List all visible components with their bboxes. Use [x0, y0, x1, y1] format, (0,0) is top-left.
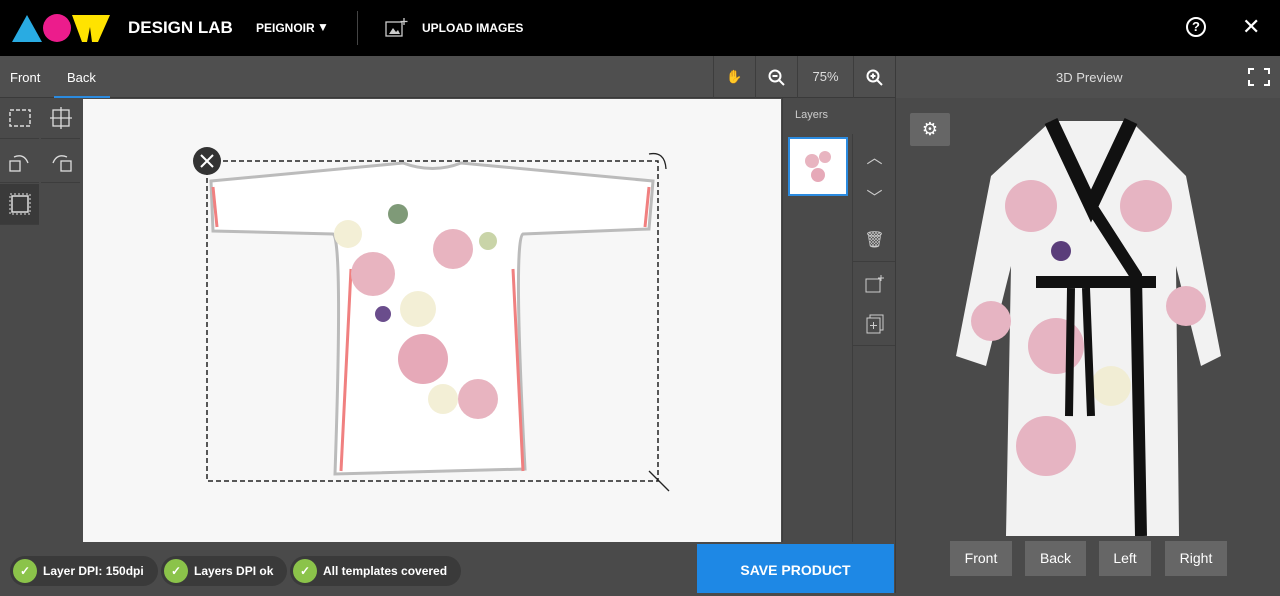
rotate-left-icon: [8, 155, 29, 172]
garment-template: [193, 147, 670, 492]
zoom-level: 75%: [797, 56, 853, 98]
upload-image-icon[interactable]: [385, 17, 409, 39]
layers-title: Layers: [795, 109, 829, 121]
center-button[interactable]: [41, 98, 80, 139]
fill-area-button[interactable]: [0, 184, 39, 225]
layer-down-button[interactable]: ﹀: [853, 174, 896, 218]
app-title: DESIGN LAB: [128, 18, 233, 37]
check-icon: ✓: [13, 559, 37, 583]
layer-actions: ︿ ﹀ 🗑: [852, 134, 896, 542]
check-icon: ✓: [293, 559, 317, 583]
zoom-in-icon: [866, 69, 883, 86]
view-back-button[interactable]: Back: [1025, 541, 1086, 576]
product-selector[interactable]: PEIGNOIR: [256, 21, 315, 35]
check-icon: ✓: [164, 559, 188, 583]
tab-front[interactable]: Front: [10, 70, 40, 85]
status-text: Layer DPI: 150dpi: [43, 564, 144, 578]
preview-header: 3D Preview: [895, 56, 1280, 98]
view-right-button[interactable]: Right: [1165, 541, 1227, 576]
status-layers-dpi-ok: ✓ Layers DPI ok: [161, 556, 288, 586]
settings-gear-icon[interactable]: ⚙: [910, 113, 950, 146]
fit-frame-button[interactable]: [0, 98, 39, 139]
status-templates-covered: ✓ All templates covered: [290, 556, 462, 586]
status-text: Layers DPI ok: [194, 564, 274, 578]
close-icon[interactable]: ✕: [1242, 14, 1260, 40]
upload-images-button[interactable]: UPLOAD IMAGES: [422, 21, 523, 35]
status-text: All templates covered: [323, 564, 448, 578]
rotate-right-icon: [51, 155, 72, 172]
divider: [357, 11, 358, 45]
app-header: DESIGN LAB PEIGNOIR ▼ UPLOAD IMAGES ? ✕: [0, 0, 1280, 56]
duplicate-layer-icon[interactable]: [853, 302, 896, 346]
layer-up-button[interactable]: ︿: [853, 134, 896, 178]
status-bar: ✓ Layer DPI: 150dpi ✓ Layers DPI ok ✓ All t…: [0, 542, 697, 593]
status-layer-dpi: ✓ Layer DPI: 150dpi: [10, 556, 158, 586]
rotate-right-button[interactable]: [41, 142, 80, 183]
fullscreen-icon[interactable]: [1248, 68, 1270, 86]
preview-title: 3D Preview: [1056, 70, 1123, 85]
save-product-button[interactable]: SAVE PRODUCT: [697, 544, 894, 593]
center-icon: [49, 107, 72, 129]
3d-preview: ⚙ Front Back Left Right: [895, 98, 1280, 593]
view-left-button[interactable]: Left: [1099, 541, 1151, 576]
robe-3d-model[interactable]: [951, 116, 1231, 536]
add-image-icon[interactable]: [853, 262, 896, 306]
brand-logo: [12, 14, 110, 42]
tab-back[interactable]: Back: [67, 70, 96, 85]
help-icon[interactable]: ?: [1186, 17, 1206, 37]
delete-layer-icon[interactable]: 🗑: [853, 218, 896, 262]
layer-thumbnail[interactable]: [788, 137, 848, 196]
pan-hand-button[interactable]: ✋: [713, 56, 755, 98]
fit-frame-icon: [8, 109, 31, 127]
caret-down-icon[interactable]: ▼: [317, 20, 329, 34]
fill-area-icon: [9, 193, 30, 215]
rotate-left-button[interactable]: [0, 142, 39, 183]
design-canvas[interactable]: [83, 99, 781, 542]
zoom-out-button[interactable]: [755, 56, 797, 98]
zoom-out-icon: [768, 69, 785, 86]
editor-toolbar: Front Back ✋ 75%: [0, 56, 895, 98]
view-front-button[interactable]: Front: [950, 541, 1012, 576]
zoom-in-button[interactable]: [853, 56, 895, 98]
tools-sidebar: [0, 98, 82, 542]
layers-panel: Layers ︿ ﹀ 🗑: [782, 98, 896, 542]
